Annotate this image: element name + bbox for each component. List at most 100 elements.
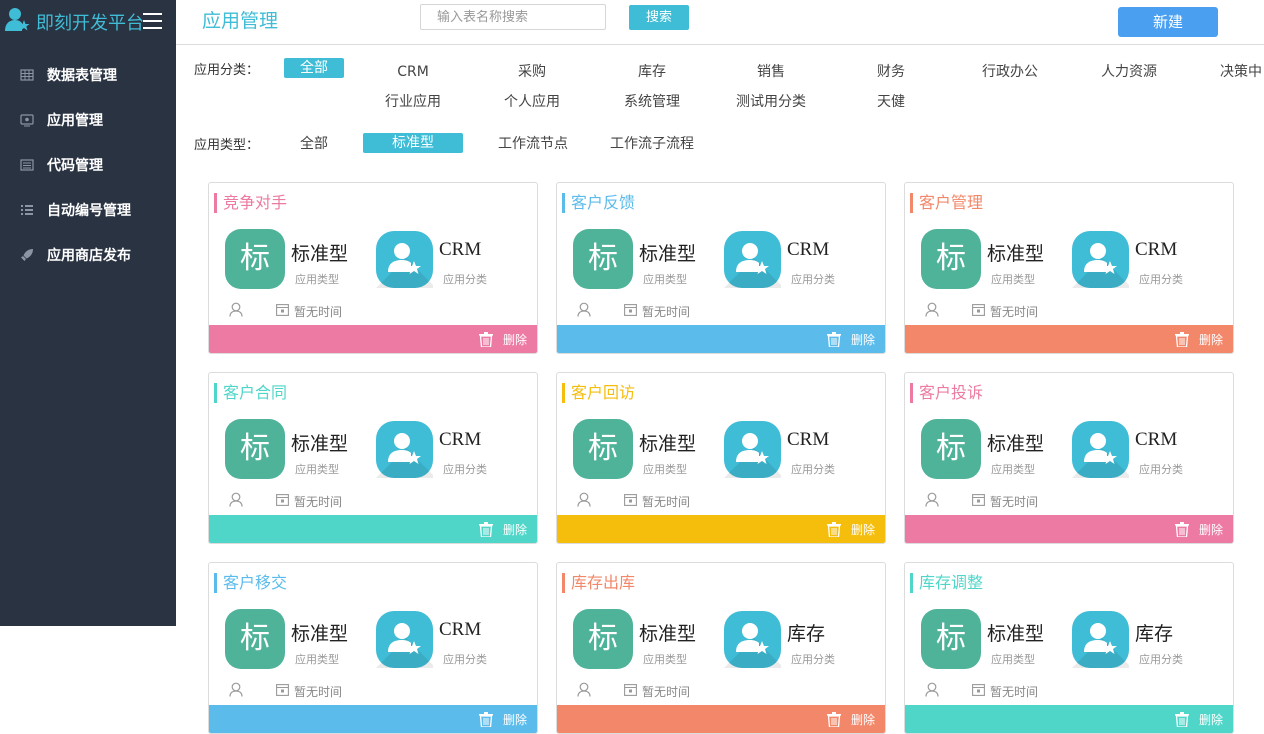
type-option-standard[interactable]: 标准型 — [363, 133, 463, 153]
card-time: 暂无时间 — [294, 685, 343, 699]
rocket-icon — [21, 249, 33, 261]
card-type-value: 标准型 — [639, 623, 697, 645]
type-option-workflow-subflow[interactable]: 工作流子流程 — [602, 134, 702, 154]
user-star-icon — [1072, 231, 1129, 288]
type-badge-icon: 标 — [573, 229, 633, 289]
card-footer: 删除 — [557, 325, 885, 353]
category-option[interactable]: 库存 — [622, 62, 682, 82]
sidebar-item-appstore[interactable]: 应用商店发布 — [0, 235, 176, 275]
app-card[interactable]: 客户合同 标 标准型 应用类型 CRM 应用分类 暂无时间 删除 — [208, 372, 538, 544]
search-input[interactable] — [420, 4, 606, 30]
type-option-workflow-node[interactable]: 工作流节点 — [483, 134, 583, 154]
category-option[interactable]: 决策中 — [1220, 62, 1264, 82]
app-card[interactable]: 客户反馈 标 标准型 应用类型 CRM 应用分类 暂无时间 删除 — [556, 182, 886, 354]
user-star-icon — [1072, 611, 1129, 668]
hamburger-icon[interactable] — [143, 13, 162, 29]
type-badge-icon: 标 — [921, 609, 981, 669]
trash-icon — [478, 331, 493, 347]
card-time: 暂无时间 — [990, 685, 1039, 699]
calendar-icon — [276, 684, 289, 696]
card-type-label: 应用类型 — [643, 273, 687, 286]
brand: 即刻开发平台 — [0, 0, 176, 42]
category-option[interactable]: 天健 — [861, 92, 921, 112]
category-option[interactable]: 个人应用 — [497, 92, 567, 112]
category-option[interactable]: 人力资源 — [1094, 62, 1164, 82]
type-badge-icon: 标 — [573, 419, 633, 479]
app-card[interactable]: 库存出库 标 标准型 应用类型 库存 应用分类 暂无时间 删除 — [556, 562, 886, 734]
category-option[interactable]: 测试用分类 — [731, 92, 811, 112]
card-time: 暂无时间 — [294, 495, 343, 509]
category-option[interactable]: 销售 — [741, 62, 801, 82]
card-category-label: 应用分类 — [443, 463, 487, 476]
app-card[interactable]: 客户管理 标 标准型 应用类型 CRM 应用分类 暂无时间 删除 — [904, 182, 1234, 354]
search-button[interactable]: 搜索 — [629, 5, 689, 30]
sidebar-item-tables[interactable]: 数据表管理 — [0, 55, 176, 95]
user-icon — [577, 492, 591, 507]
category-option[interactable]: CRM — [383, 62, 443, 82]
delete-label: 删除 — [502, 522, 527, 537]
type-badge-icon: 标 — [573, 609, 633, 669]
card-category-label: 应用分类 — [443, 653, 487, 666]
card-footer: 删除 — [905, 325, 1233, 353]
user-star-icon — [724, 421, 781, 478]
delete-button[interactable]: 删除 — [478, 515, 527, 543]
category-option[interactable]: 行业应用 — [378, 92, 448, 112]
new-button[interactable]: 新建 — [1118, 7, 1218, 37]
sidebar-item-label: 数据表管理 — [47, 68, 117, 84]
delete-button[interactable]: 删除 — [826, 325, 875, 353]
card-type-value: 标准型 — [291, 243, 349, 265]
delete-button[interactable]: 删除 — [1174, 325, 1223, 353]
delete-label: 删除 — [850, 712, 875, 727]
calendar-icon — [624, 684, 637, 696]
card-category-value: CRM — [439, 429, 482, 450]
card-category-value: CRM — [787, 239, 830, 260]
category-option[interactable]: 行政办公 — [975, 62, 1045, 82]
type-badge-icon: 标 — [225, 419, 285, 479]
card-type-value: 标准型 — [291, 433, 349, 455]
user-icon — [229, 492, 243, 507]
sidebar-item-apps[interactable]: 应用管理 — [0, 100, 176, 140]
card-time: 暂无时间 — [294, 305, 343, 319]
trash-icon — [1174, 711, 1189, 727]
type-badge-icon: 标 — [225, 609, 285, 669]
calendar-icon — [972, 684, 985, 696]
card-type-value: 标准型 — [291, 623, 349, 645]
sidebar-item-code[interactable]: 代码管理 — [0, 145, 176, 185]
user-star-icon — [5, 8, 30, 31]
monitor-icon — [20, 114, 34, 127]
delete-button[interactable]: 删除 — [826, 515, 875, 543]
app-card[interactable]: 客户回访 标 标准型 应用类型 CRM 应用分类 暂无时间 删除 — [556, 372, 886, 544]
card-title: 客户合同 — [214, 383, 287, 403]
category-option-all[interactable]: 全部 — [284, 58, 344, 78]
category-option[interactable]: 财务 — [861, 62, 921, 82]
card-title: 库存出库 — [562, 573, 635, 593]
app-card[interactable]: 客户投诉 标 标准型 应用类型 CRM 应用分类 暂无时间 删除 — [904, 372, 1234, 544]
delete-button[interactable]: 删除 — [478, 705, 527, 733]
delete-label: 删除 — [850, 332, 875, 347]
trash-icon — [826, 521, 841, 537]
type-option-all[interactable]: 全部 — [284, 134, 344, 154]
delete-button[interactable]: 删除 — [1174, 705, 1223, 733]
delete-label: 删除 — [502, 332, 527, 347]
delete-button[interactable]: 删除 — [826, 705, 875, 733]
user-star-icon — [724, 231, 781, 288]
delete-label: 删除 — [850, 522, 875, 537]
type-filter-label: 应用类型： — [194, 138, 260, 153]
app-card[interactable]: 库存调整 标 标准型 应用类型 库存 应用分类 暂无时间 删除 — [904, 562, 1234, 734]
category-option[interactable]: 系统管理 — [617, 92, 687, 112]
app-card[interactable]: 客户移交 标 标准型 应用类型 CRM 应用分类 暂无时间 删除 — [208, 562, 538, 734]
delete-button[interactable]: 删除 — [1174, 515, 1223, 543]
delete-button[interactable]: 删除 — [478, 325, 527, 353]
category-option[interactable]: 采购 — [502, 62, 562, 82]
card-type-label: 应用类型 — [991, 273, 1035, 286]
card-footer: 删除 — [209, 325, 537, 353]
user-icon — [229, 302, 243, 317]
sidebar-item-autonumber[interactable]: 自动编号管理 — [0, 190, 176, 230]
card-type-value: 标准型 — [639, 243, 697, 265]
delete-label: 删除 — [502, 712, 527, 727]
user-icon — [925, 682, 939, 697]
card-time: 暂无时间 — [642, 305, 691, 319]
card-type-label: 应用类型 — [643, 463, 687, 476]
app-card[interactable]: 竞争对手 标 标准型 应用类型 CRM 应用分类 暂无时间 删除 — [208, 182, 538, 354]
sidebar-item-label: 应用商店发布 — [47, 248, 131, 264]
